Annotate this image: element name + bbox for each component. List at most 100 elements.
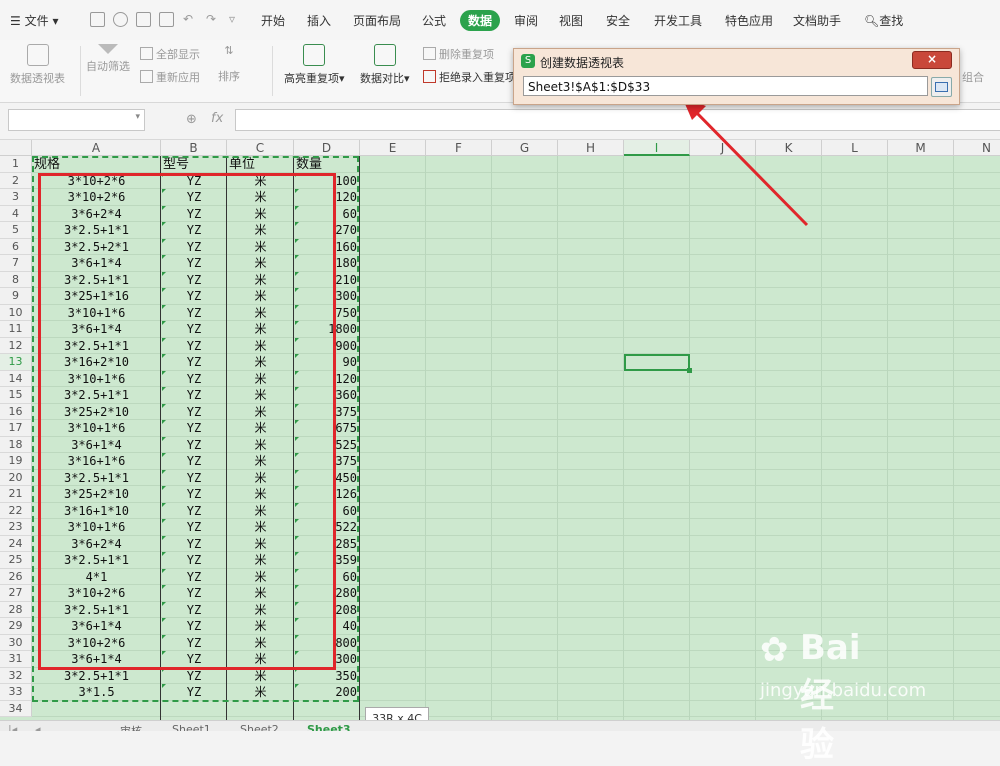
row-header-1[interactable]: 1 — [0, 156, 32, 173]
annotation-arrow — [682, 97, 809, 227]
wps-sheet-icon: S — [521, 54, 535, 68]
highlight-duplicates-icon — [303, 44, 326, 66]
sort-button[interactable]: ⇅ 排序 — [218, 44, 240, 84]
range-picker-icon[interactable] — [931, 77, 952, 97]
menu-developer[interactable]: 开发工具 — [654, 12, 702, 29]
range-input[interactable]: Sheet3!$A$1:$D$33 — [523, 76, 928, 96]
column-gridline — [491, 156, 492, 720]
reject-duplicates-icon — [423, 70, 436, 83]
row-header-17[interactable]: 17 — [0, 420, 32, 437]
show-all-button[interactable]: 全部显示 — [140, 46, 200, 62]
fill-handle[interactable] — [687, 368, 692, 373]
annotation-highlight-box — [38, 173, 336, 670]
column-gridline — [425, 156, 426, 720]
row-header-8[interactable]: 8 — [0, 271, 32, 288]
print-icon[interactable] — [136, 12, 151, 27]
pivot-table-icon — [26, 44, 49, 66]
ribbon-separator — [272, 46, 273, 96]
row-header-19[interactable]: 19 — [0, 453, 32, 470]
column-header-c[interactable]: C — [227, 140, 294, 156]
menu-page-layout[interactable]: 页面布局 — [353, 12, 401, 29]
show-all-icon — [140, 47, 153, 60]
row-header-34[interactable]: 34 — [0, 700, 32, 717]
row-header-12[interactable]: 12 — [0, 337, 32, 354]
column-header-e[interactable]: E — [360, 140, 426, 156]
column-header-d[interactable]: D — [294, 140, 360, 156]
row-header-20[interactable]: 20 — [0, 469, 32, 486]
column-header-a[interactable]: A — [32, 140, 161, 156]
save-icon[interactable] — [90, 12, 105, 27]
select-all-corner[interactable] — [0, 140, 32, 156]
row-header-26[interactable]: 26 — [0, 568, 32, 585]
row-header-29[interactable]: 29 — [0, 618, 32, 635]
row-header-9[interactable]: 9 — [0, 288, 32, 305]
redo-icon[interactable]: ↷ — [206, 12, 216, 26]
formula-input[interactable] — [235, 109, 1000, 131]
menu-doc-assistant[interactable]: 文档助手 — [793, 12, 841, 29]
column-header-m[interactable]: M — [888, 140, 954, 156]
column-header-f[interactable]: F — [426, 140, 492, 156]
row-header-24[interactable]: 24 — [0, 535, 32, 552]
column-header-g[interactable]: G — [492, 140, 558, 156]
data-compare-button[interactable]: 数据对比▾ — [360, 44, 410, 86]
row-header-21[interactable]: 21 — [0, 486, 32, 503]
menu-data[interactable]: 数据 — [460, 10, 501, 31]
menu-review[interactable]: 审阅 — [514, 12, 538, 29]
column-gridline — [755, 156, 756, 720]
row-header-14[interactable]: 14 — [0, 370, 32, 387]
print-preview-icon[interactable] — [159, 12, 174, 27]
row-header-18[interactable]: 18 — [0, 436, 32, 453]
row-header-2[interactable]: 2 — [0, 172, 32, 189]
row-header-25[interactable]: 25 — [0, 552, 32, 569]
name-box[interactable]: ▾ — [8, 109, 145, 131]
group-button[interactable]: 组合 — [962, 69, 984, 85]
fx-icon[interactable]: fx — [211, 111, 223, 126]
row-header-15[interactable]: 15 — [0, 387, 32, 404]
row-header-5[interactable]: 5 — [0, 222, 32, 239]
zoom-icon[interactable]: ⊕ — [186, 112, 197, 127]
row-header-32[interactable]: 32 — [0, 667, 32, 684]
reapply-button[interactable]: 重新应用 — [140, 69, 200, 85]
menu-insert[interactable]: 插入 — [307, 12, 331, 29]
format-painter-icon[interactable] — [113, 12, 128, 27]
row-header-23[interactable]: 23 — [0, 519, 32, 536]
row-header-13[interactable]: 13 — [0, 354, 32, 371]
column-gridline — [689, 156, 690, 720]
column-header-h[interactable]: H — [558, 140, 624, 156]
row-header-27[interactable]: 27 — [0, 585, 32, 602]
menu-security[interactable]: 安全 — [606, 12, 630, 29]
active-cell[interactable] — [624, 354, 692, 373]
undo-icon[interactable]: ↶ — [183, 12, 193, 26]
menu-special[interactable]: 特色应用 — [725, 12, 773, 29]
column-gridline — [623, 156, 624, 720]
paw-logo-icon: ✿ — [760, 630, 789, 670]
dialog-title: 创建数据透视表 — [540, 56, 625, 70]
row-header-30[interactable]: 30 — [0, 634, 32, 651]
row-header-16[interactable]: 16 — [0, 403, 32, 420]
row-header-4[interactable]: 4 — [0, 205, 32, 222]
row-header-11[interactable]: 11 — [0, 321, 32, 338]
menu-view[interactable]: 视图 — [559, 12, 583, 29]
pivot-table-button[interactable]: 数据透视表 — [10, 44, 65, 86]
row-header-31[interactable]: 31 — [0, 651, 32, 668]
autofilter-button[interactable]: 自动筛选 — [86, 44, 130, 74]
highlight-duplicates-button[interactable]: 高亮重复项▾ — [284, 44, 345, 86]
row-header-22[interactable]: 22 — [0, 502, 32, 519]
column-header-b[interactable]: B — [161, 140, 227, 156]
row-header-6[interactable]: 6 — [0, 238, 32, 255]
row-header-10[interactable]: 10 — [0, 304, 32, 321]
column-header-n[interactable]: N — [954, 140, 1000, 156]
file-menu[interactable]: ☰ 文件 ▾ — [10, 12, 58, 29]
close-button[interactable]: × — [912, 51, 952, 69]
remove-duplicates-button[interactable]: 删除重复项 — [423, 46, 494, 62]
row-header-7[interactable]: 7 — [0, 255, 32, 272]
menu-formula[interactable]: 公式 — [422, 12, 446, 29]
search-button[interactable]: 🔍︎查找 — [864, 12, 903, 29]
menu-home[interactable]: 开始 — [261, 12, 285, 29]
row-header-3[interactable]: 3 — [0, 189, 32, 206]
reject-duplicates-button[interactable]: 拒绝录入重复项 — [423, 69, 516, 85]
more-icon[interactable]: ▿ — [229, 12, 235, 26]
row-header-33[interactable]: 33 — [0, 684, 32, 701]
row-header-28[interactable]: 28 — [0, 601, 32, 618]
column-header-l[interactable]: L — [822, 140, 888, 156]
